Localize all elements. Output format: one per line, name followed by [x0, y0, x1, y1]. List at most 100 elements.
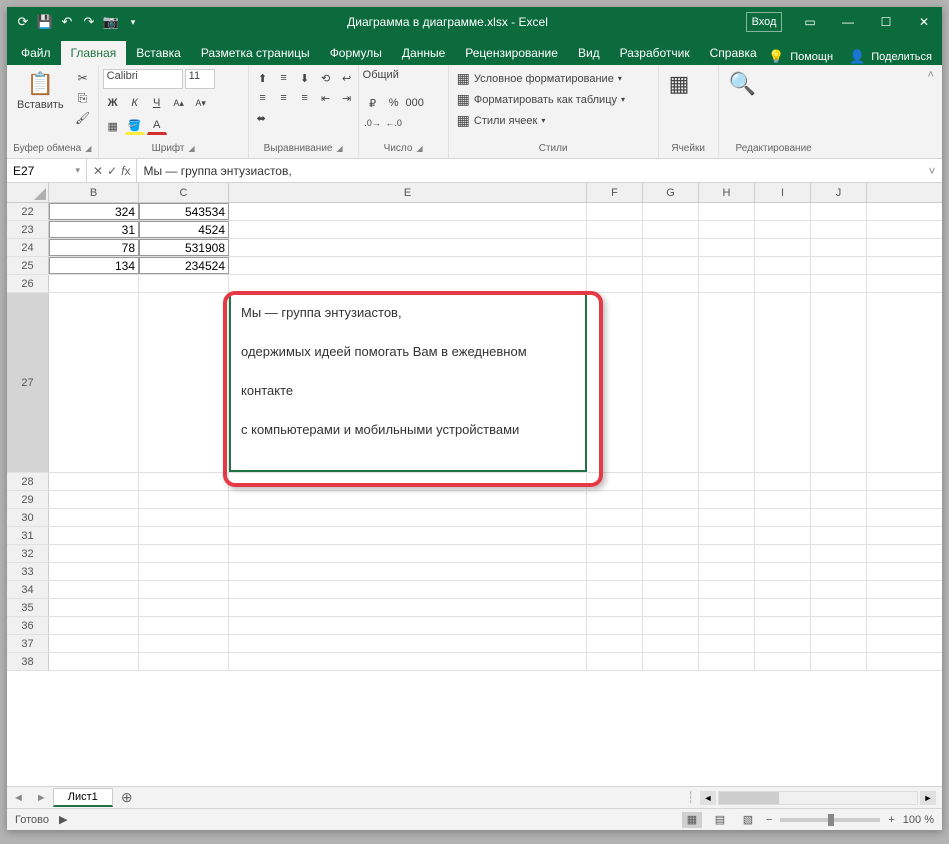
cell-H26[interactable]	[699, 275, 755, 292]
cell-F22[interactable]	[587, 203, 643, 220]
cell-I38[interactable]	[755, 653, 811, 670]
cell-C28[interactable]	[139, 473, 229, 490]
split-handle[interactable]: ┆	[687, 791, 694, 804]
cell-I32[interactable]	[755, 545, 811, 562]
tab-help[interactable]: Справка	[700, 41, 767, 65]
col-header-I[interactable]: I	[755, 183, 811, 202]
align-top-button[interactable]: ⬆	[253, 69, 273, 87]
cell-F33[interactable]	[587, 563, 643, 580]
cell-B26[interactable]	[49, 275, 139, 292]
currency-button[interactable]: ₽	[363, 94, 383, 112]
cell-G38[interactable]	[643, 653, 699, 670]
cell-I30[interactable]	[755, 509, 811, 526]
cell-G34[interactable]	[643, 581, 699, 598]
cell-J31[interactable]	[811, 527, 867, 544]
col-header-F[interactable]: F	[587, 183, 643, 202]
cell-F37[interactable]	[587, 635, 643, 652]
cell-E36[interactable]	[229, 617, 587, 634]
hscroll-thumb[interactable]	[719, 792, 779, 804]
ribbon-options-icon[interactable]: ▭	[792, 7, 828, 37]
clipboard-launcher[interactable]: ◢	[85, 144, 91, 153]
cell-G31[interactable]	[643, 527, 699, 544]
macro-record-icon[interactable]: ▶	[59, 813, 67, 826]
cell-I25[interactable]	[755, 257, 811, 274]
align-center-button[interactable]: ≡	[274, 89, 294, 107]
cell-B29[interactable]	[49, 491, 139, 508]
cell-E37[interactable]	[229, 635, 587, 652]
enter-formula-button[interactable]: ✓	[107, 164, 117, 178]
increase-decimal-button[interactable]: .0→	[363, 114, 383, 132]
tell-me-text[interactable]: Помощн	[790, 51, 833, 63]
cell-C23[interactable]: 4524	[139, 221, 229, 238]
tab-home[interactable]: Главная	[61, 41, 127, 65]
cell-F28[interactable]	[587, 473, 643, 490]
cell-E26[interactable]	[229, 275, 587, 292]
cell-B25[interactable]: 134	[49, 257, 139, 274]
cell-B33[interactable]	[49, 563, 139, 580]
tab-layout[interactable]: Разметка страницы	[191, 41, 320, 65]
cancel-formula-button[interactable]: ✕	[93, 164, 103, 178]
cell-F38[interactable]	[587, 653, 643, 670]
cell-C26[interactable]	[139, 275, 229, 292]
expand-formula-bar[interactable]: ˅	[922, 164, 942, 178]
cell-I27[interactable]	[755, 293, 811, 472]
cell-B38[interactable]	[49, 653, 139, 670]
row-header[interactable]: 33	[7, 563, 49, 580]
cell-F36[interactable]	[587, 617, 643, 634]
cell-I37[interactable]	[755, 635, 811, 652]
row-header[interactable]: 34	[7, 581, 49, 598]
number-launcher[interactable]: ◢	[416, 144, 422, 153]
cell-B36[interactable]	[49, 617, 139, 634]
formula-input[interactable]: Мы — группа энтузиастов,	[137, 164, 922, 178]
tab-view[interactable]: Вид	[568, 41, 610, 65]
login-button[interactable]: Вход	[746, 12, 782, 32]
redo-icon[interactable]: ↷	[79, 12, 99, 32]
cell-E35[interactable]	[229, 599, 587, 616]
autosave-icon[interactable]: ⟳	[13, 12, 33, 32]
cut-button[interactable]: ✂	[72, 69, 94, 87]
save-icon[interactable]: 💾	[35, 12, 55, 32]
cell-C36[interactable]	[139, 617, 229, 634]
conditional-format-button[interactable]: ▦Условное форматирование▾	[453, 69, 654, 88]
cell-I29[interactable]	[755, 491, 811, 508]
cell-J36[interactable]	[811, 617, 867, 634]
font-launcher[interactable]: ◢	[189, 144, 195, 153]
add-sheet-button[interactable]: ⊕	[113, 789, 141, 806]
cell-J28[interactable]	[811, 473, 867, 490]
cell-E27[interactable]: Мы — группа энтузиастов, одержимых идеей…	[229, 293, 587, 472]
font-size-select[interactable]: 11	[185, 69, 215, 89]
row-header[interactable]: 29	[7, 491, 49, 508]
cell-G30[interactable]	[643, 509, 699, 526]
cell-I33[interactable]	[755, 563, 811, 580]
format-table-button[interactable]: ▦Форматировать как таблицу▾	[453, 90, 654, 109]
cell-H38[interactable]	[699, 653, 755, 670]
cell-E25[interactable]	[229, 257, 587, 274]
share-icon[interactable]: 👤	[849, 49, 865, 65]
cell-C30[interactable]	[139, 509, 229, 526]
cell-C22[interactable]: 543534	[139, 203, 229, 220]
cell-G24[interactable]	[643, 239, 699, 256]
close-button[interactable]: ✕	[906, 7, 942, 37]
select-all-corner[interactable]	[7, 183, 49, 202]
cell-F32[interactable]	[587, 545, 643, 562]
cell-styles-button[interactable]: ▦Стили ячеек▾	[453, 111, 654, 130]
cell-H22[interactable]	[699, 203, 755, 220]
cell-C34[interactable]	[139, 581, 229, 598]
camera-icon[interactable]: 📷	[101, 12, 121, 32]
cell-H32[interactable]	[699, 545, 755, 562]
align-right-button[interactable]: ≡	[295, 89, 315, 107]
collapse-ribbon-button[interactable]: ˄	[920, 65, 942, 158]
cell-B28[interactable]	[49, 473, 139, 490]
cell-J33[interactable]	[811, 563, 867, 580]
cell-E23[interactable]	[229, 221, 587, 238]
cell-J37[interactable]	[811, 635, 867, 652]
comma-button[interactable]: 000	[405, 94, 425, 112]
cell-G37[interactable]	[643, 635, 699, 652]
grid-rows[interactable]: 2232454353423314524247853190825134234524…	[7, 203, 942, 786]
cell-F25[interactable]	[587, 257, 643, 274]
row-header[interactable]: 22	[7, 203, 49, 220]
border-button[interactable]: ▦	[103, 117, 123, 135]
zoom-level[interactable]: 100 %	[903, 814, 934, 826]
cell-G36[interactable]	[643, 617, 699, 634]
orientation-button[interactable]: ⟲	[316, 69, 336, 87]
